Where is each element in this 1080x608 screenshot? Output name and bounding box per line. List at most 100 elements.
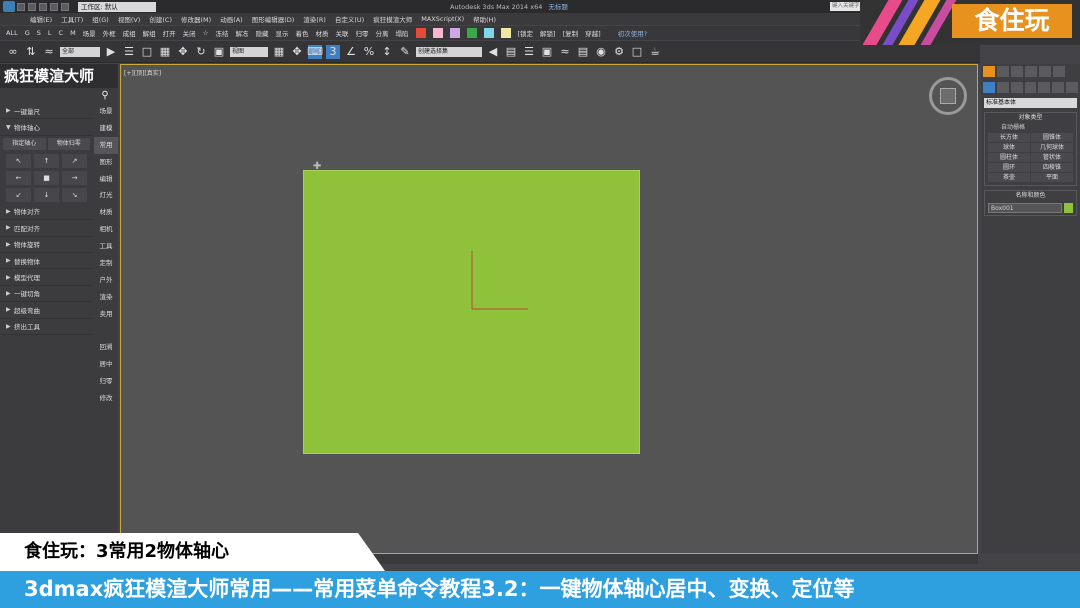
filter-button[interactable]: G [25,29,30,37]
category-tab[interactable]: 定制 [94,255,118,272]
menu-item-one-key-scale[interactable]: ▶ 一键量尺 [0,103,93,120]
spacewarps-icon[interactable] [1052,82,1065,93]
filter-button[interactable]: C [59,29,64,37]
viewcube-icon[interactable] [929,77,967,115]
pivot-left-button[interactable]: ← [6,170,31,185]
pivot-right-button[interactable]: → [62,170,87,185]
object-name-field[interactable]: Box001 [988,203,1062,213]
category-tab[interactable]: 户外 [94,272,118,289]
hierarchy-tab-icon[interactable] [1011,66,1023,77]
category-tab[interactable]: 编辑 [94,171,118,188]
primitive-button[interactable]: 长方体 [988,133,1030,142]
menu-item[interactable]: ▶ 一键切角 [0,286,93,303]
menu-item[interactable]: 修改器(M) [181,14,211,24]
toolbar-item[interactable]: [锁定 [518,28,534,38]
primitive-type-dropdown[interactable]: 标准基本体 [984,98,1077,108]
menu-item[interactable]: 自定义(U) [335,14,364,24]
filter-button[interactable]: M [70,29,76,37]
color-swatch[interactable] [500,28,511,38]
utilities-tab-icon[interactable] [1053,66,1065,77]
primitive-button[interactable]: 圆锥体 [1031,133,1073,142]
color-swatch[interactable] [449,28,460,38]
select-scale-icon[interactable]: ▣ [212,45,226,59]
toolbar-item[interactable]: 打开 [163,28,176,38]
pivot-bottom-right-button[interactable]: ↘ [62,187,87,202]
layer-manager-icon[interactable]: ☰ [522,45,536,59]
keyboard-shortcut-toggle-icon[interactable]: ⌨ [307,44,323,59]
toolbar-item[interactable]: 外框 [103,28,116,38]
menu-item[interactable]: 视图(V) [118,14,141,24]
align-icon[interactable]: ▤ [504,45,518,59]
toolbar-item[interactable]: 穿越] [585,28,601,38]
category-tab[interactable]: 回溯 [94,339,118,356]
mirror-icon[interactable]: ◀ [486,45,500,59]
category-tab[interactable]: 图形 [94,154,118,171]
curve-editor-icon[interactable]: ≈ [558,45,572,59]
menu-item[interactable]: ▶ 匹配对齐 [0,220,93,237]
lights-icon[interactable] [1010,82,1023,93]
display-tab-icon[interactable] [1039,66,1051,77]
toolbar-item[interactable]: 分离 [376,28,389,38]
category-tab[interactable]: 建模 [94,120,118,137]
filter-button[interactable]: S [37,29,41,37]
pivot-top-right-button[interactable]: ↗ [62,153,87,168]
menu-item[interactable]: 工具(T) [61,14,83,24]
menu-item[interactable]: ▶ 挤出工具 [0,319,93,335]
category-tab[interactable]: 工具 [94,238,118,255]
toolbar-item[interactable]: 塌陷 [396,28,409,38]
toolbar-item[interactable]: 归零 [356,28,369,38]
pivot-center-icon[interactable]: ▦ [272,45,286,59]
menu-item[interactable]: ▶ 超级弯曲 [0,302,93,319]
select-by-name-icon[interactable]: ☰ [122,45,136,59]
category-tab[interactable]: 归零 [94,373,118,390]
category-tab[interactable]: 常用 [94,136,118,154]
search-icon[interactable]: ⚲ [97,90,113,102]
select-move-icon[interactable]: ✥ [176,45,190,59]
edit-named-selection-icon[interactable]: ✎ [398,45,412,59]
select-rotate-icon[interactable]: ↻ [194,45,208,59]
primitive-button[interactable]: 圆柱体 [988,153,1030,162]
object-color-swatch[interactable] [1064,203,1073,213]
assign-pivot-button[interactable]: 指定轴心 [3,137,46,150]
render-production-icon[interactable]: ☕ [648,45,662,59]
toolbar-item[interactable]: 显示 [276,28,289,38]
menu-item[interactable]: 疯狂模渲大师 [373,14,412,24]
menu-item[interactable]: 组(G) [92,14,109,24]
toolbar-item[interactable]: ☆ [203,29,209,37]
category-tab[interactable]: 修改 [94,390,118,407]
app-logo-icon[interactable] [3,1,15,12]
primitive-button[interactable]: 几何球体 [1031,143,1073,152]
category-tab[interactable]: 场景 [94,103,118,120]
schematic-view-icon[interactable]: ▤ [576,45,590,59]
pivot-bottom-left-button[interactable]: ↙ [6,187,31,202]
toolbar-item[interactable]: 解组 [143,28,156,38]
toolbar-item[interactable]: 场景 [83,28,96,38]
menu-item[interactable]: 图形编辑器(D) [252,14,295,24]
primitive-button[interactable]: 圆环 [988,163,1030,172]
graphite-tools-icon[interactable]: ▣ [540,45,554,59]
color-swatch[interactable] [466,28,477,38]
menu-item[interactable]: ▶ 模型代理 [0,269,93,286]
color-swatch[interactable] [415,28,426,38]
angle-snap-icon[interactable]: ∠ [344,45,358,59]
motion-tab-icon[interactable] [1025,66,1037,77]
selection-filter-dropdown[interactable]: 全部 [60,46,100,57]
systems-icon[interactable] [1066,82,1079,93]
rollout-title[interactable]: 名称和颜色 [985,191,1076,201]
category-tab[interactable]: 渲染 [94,289,118,306]
category-tab[interactable]: 材质 [94,204,118,221]
render-setup-icon[interactable]: ⚙ [612,45,626,59]
top-viewport[interactable]: [+][顶][真实] ✚ [120,64,978,554]
category-tab[interactable]: 居中 [94,356,118,373]
toolbar-item[interactable]: 解锁] [540,28,556,38]
named-selection-dropdown[interactable]: 创建选择集 [416,46,482,57]
bind-space-warp-icon[interactable]: ≈ [42,45,56,59]
filter-button[interactable]: L [48,29,52,37]
category-tab[interactable]: 相机 [94,221,118,238]
toolbar-item[interactable]: 隐藏 [256,28,269,38]
redo-icon[interactable] [61,2,69,11]
menu-item[interactable]: ▶ 替换物体 [0,253,93,270]
primitive-button[interactable]: 管状体 [1031,153,1073,162]
spinner-snap-icon[interactable]: ↕ [380,45,394,59]
pivot-center-button[interactable]: ■ [34,170,59,185]
